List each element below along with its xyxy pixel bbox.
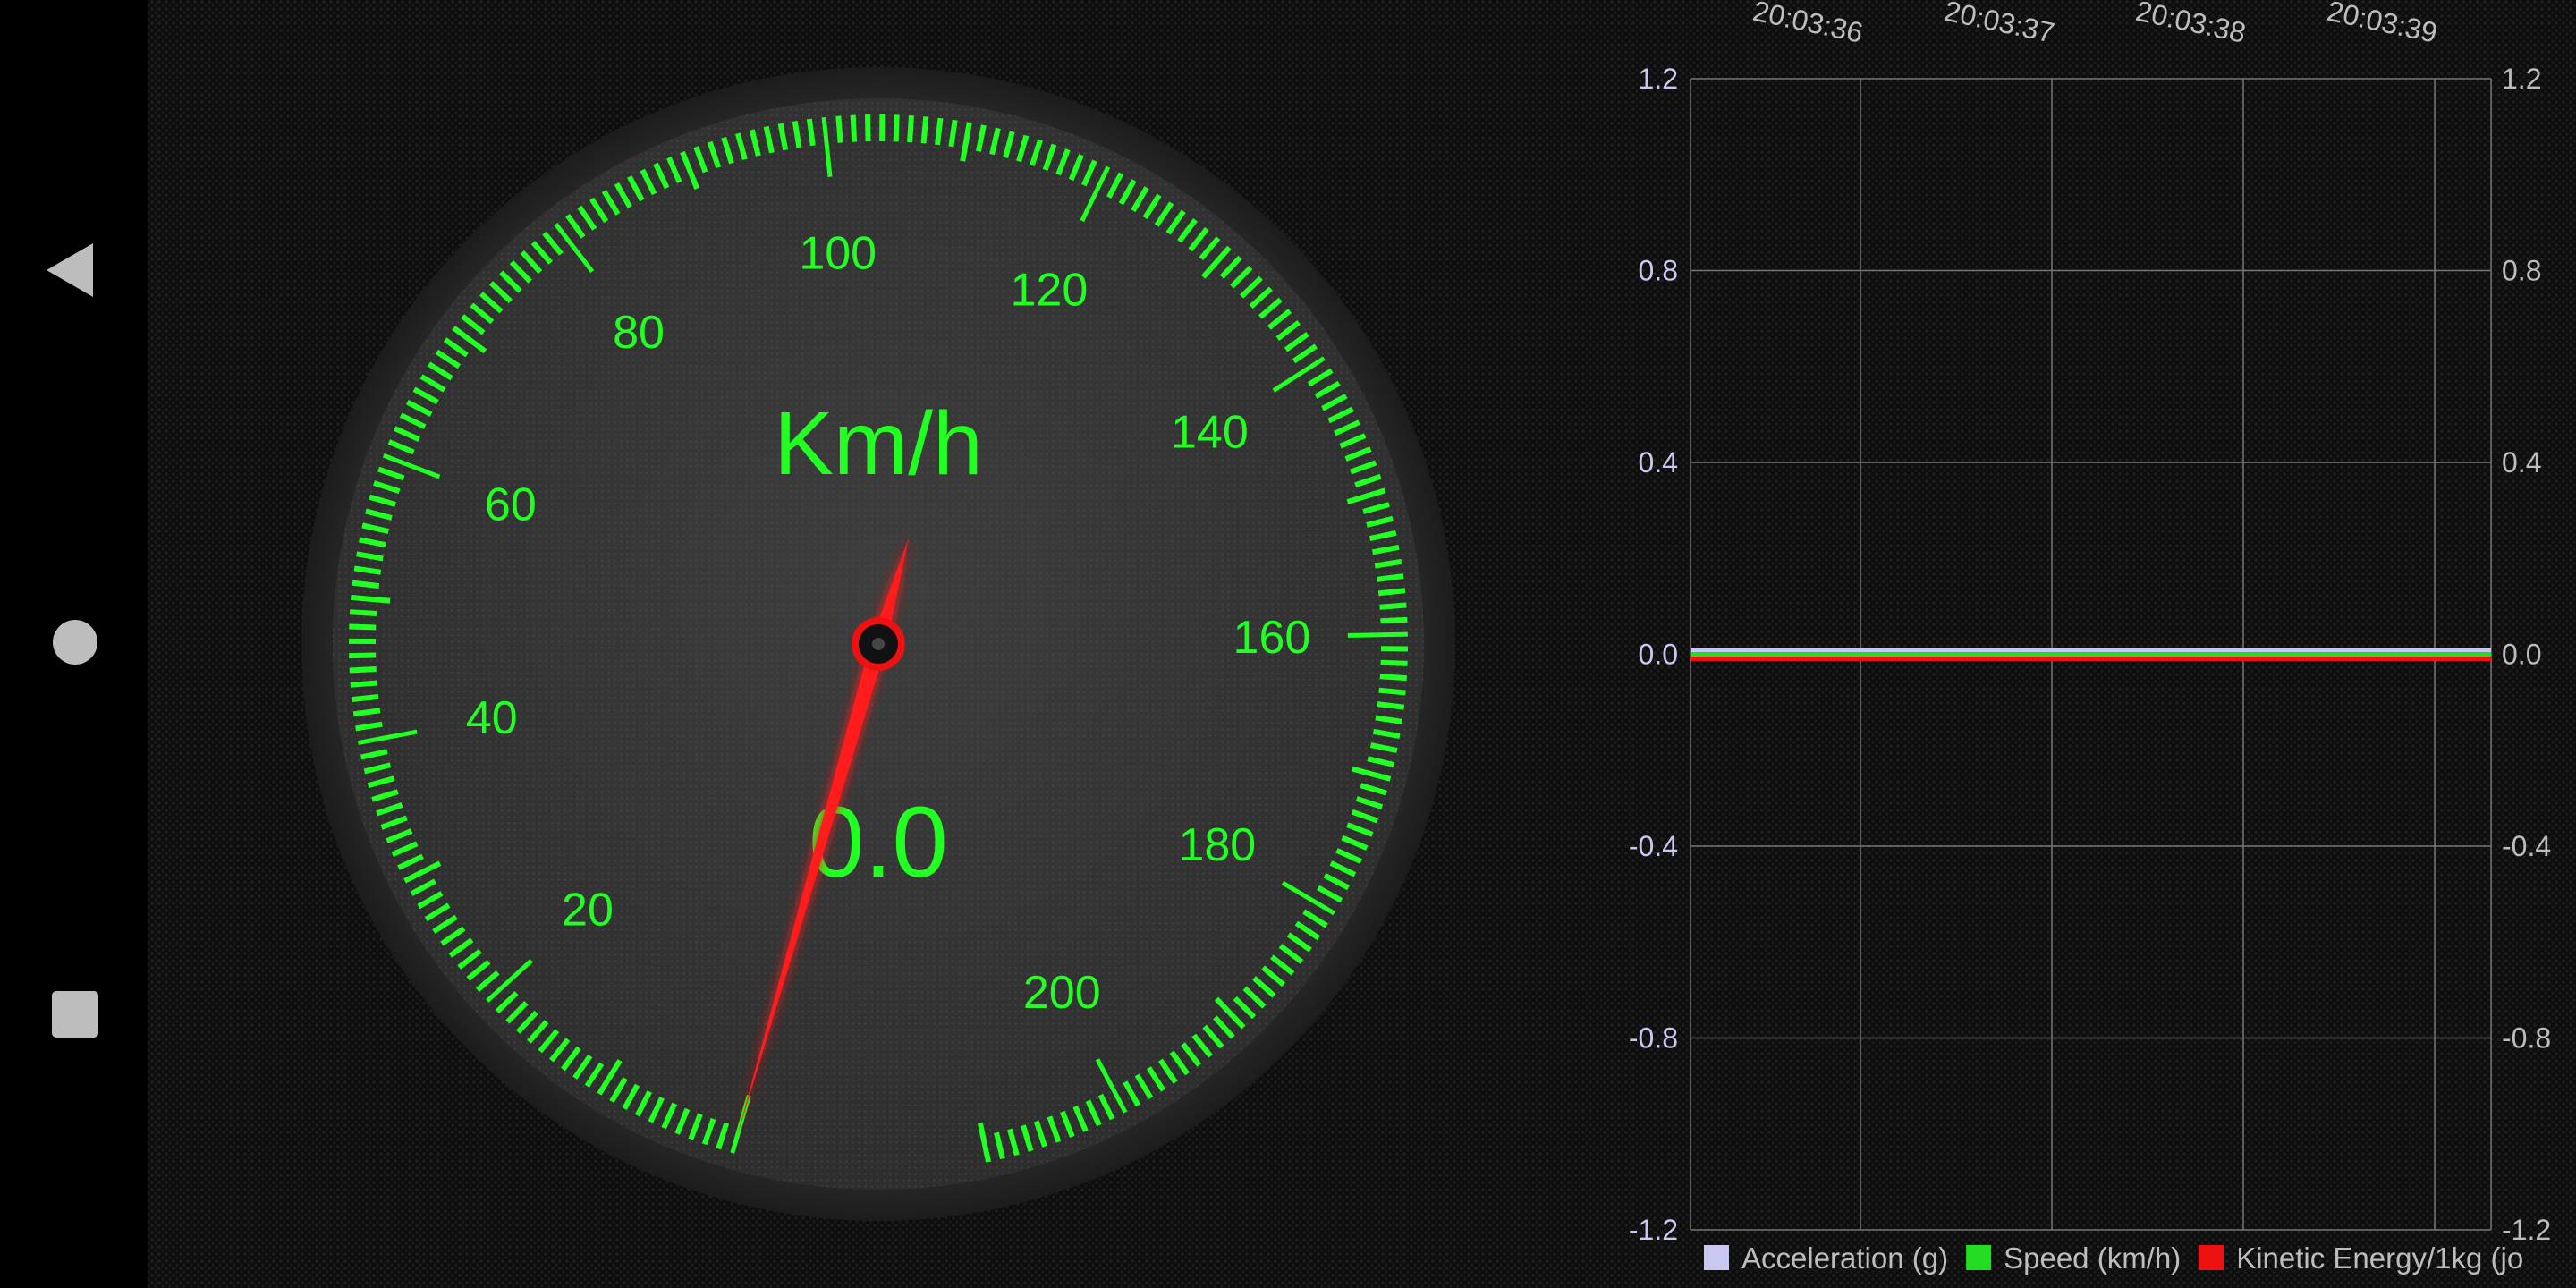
gauge-minor-tick (806, 118, 816, 147)
gauge-minor-tick (907, 114, 914, 143)
y-axis-left-tick-label: -1.2 (1629, 1214, 1678, 1246)
gauge-scale-label: 60 (485, 479, 537, 530)
square-recents-icon (52, 991, 98, 1038)
gauge-minor-tick (349, 652, 377, 659)
y-axis-left-tick-label: -0.8 (1629, 1022, 1678, 1055)
legend-label: Acceleration (g) (1741, 1241, 1948, 1275)
legend-swatch (2199, 1245, 2224, 1270)
y-axis-left-tick-label: 0.8 (1639, 255, 1678, 287)
x-axis-tick-label: 20:03:38 (2133, 0, 2249, 49)
y-axis-right-tick-label: -0.4 (2502, 830, 2551, 862)
x-axis-labels: 20:03:36 20:03:37 20:03:38 20:03:39 (1750, 0, 2440, 49)
y-axis-right-tick-label: 0.0 (2502, 639, 2541, 671)
y-axis-right-tick-label: -0.8 (2502, 1022, 2551, 1055)
chart-legend: Acceleration (g) Speed (km/h) Kinetic Ener… (1704, 1241, 2523, 1275)
gauge-minor-tick (351, 594, 391, 604)
legend-label: Kinetic Energy/1kg (jo (2236, 1241, 2523, 1275)
gauge-major-tick (1347, 631, 1408, 638)
x-axis-tick-label: 20:03:37 (1942, 0, 2057, 49)
gauge-minor-tick (1379, 674, 1407, 682)
gauge-minor-tick (353, 565, 382, 575)
circle-home-icon (53, 620, 97, 665)
back-button[interactable] (0, 181, 148, 360)
gauge-scale-label: 200 (1023, 967, 1101, 1019)
gauge-minor-tick (893, 114, 900, 142)
navigation-bar (0, 0, 148, 1288)
x-axis-tick-label: 20:03:36 (1750, 0, 1866, 49)
gauge-minor-tick (349, 623, 377, 631)
speed-unit-label: Km/h (774, 394, 982, 494)
gauge-minor-tick (352, 580, 380, 589)
gauge-scale-label: 80 (613, 307, 665, 359)
gauge-minor-tick (1380, 616, 1408, 624)
gauge-minor-tick (1377, 701, 1405, 710)
y-axis-right-tick-label: 0.8 (2502, 255, 2541, 287)
legend-swatch (1966, 1245, 1992, 1270)
gauge-minor-tick (1378, 687, 1406, 696)
gauge-minor-tick (1376, 573, 1404, 582)
gauge-minor-tick (920, 116, 929, 144)
gauge-scale-label: 120 (1011, 265, 1089, 317)
chart-series (1690, 648, 2491, 661)
home-button[interactable] (0, 553, 148, 732)
gauge-scale-label: 140 (1171, 407, 1249, 459)
speedometer-dial: 20406080100120140160180200 Km/h 0.0 (301, 67, 1455, 1221)
gauge-minor-tick (835, 115, 843, 143)
y-axis-right-labels: 1.20.80.40.0-0.4-0.8-1.2 (2502, 63, 2551, 1246)
y-axis-left-labels: 1.2 0.8 0.4 0.0 -0.4 -0.8 -1.2 (1629, 63, 1678, 1246)
gauge-minor-tick (935, 117, 944, 146)
gauge-minor-tick (349, 666, 377, 674)
gauge-scale-label: 20 (562, 885, 614, 936)
gauge-minor-tick (850, 114, 858, 142)
triangle-back-icon (47, 243, 93, 297)
sensor-chart: 20:03:36 20:03:37 20:03:38 20:03:39 1.2 0.8 0… (1574, 0, 2576, 1288)
speedometer-gauge: 20 40 60 80 100 120 140 160 180 200 Km/h 0.0 (161, 0, 1610, 1288)
gauge-scale-label: 100 (799, 227, 877, 279)
gauge-minor-tick (864, 114, 871, 142)
gauge-minor-tick (349, 609, 377, 617)
y-axis-right-tick-label: 0.4 (2502, 446, 2541, 479)
gauge-scale-label: 180 (1178, 819, 1256, 871)
gauge-minor-tick (351, 693, 379, 703)
gauge-scale-label: 160 (1233, 612, 1311, 664)
x-axis-tick-label: 20:03:39 (2325, 0, 2440, 49)
gauge-minor-tick (350, 680, 377, 688)
y-axis-right-tick-label: 1.2 (2502, 63, 2541, 95)
gauge-minor-tick (1380, 659, 1408, 666)
gauge-minor-tick (1377, 588, 1406, 597)
line-chart: 20:03:36 20:03:37 20:03:38 20:03:39 1.2 0.8 0… (1629, 0, 2551, 1275)
y-axis-left-tick-label: -0.4 (1629, 830, 1678, 862)
gauge-minor-tick (1379, 602, 1407, 610)
y-axis-left-tick-label: 0.4 (1639, 446, 1678, 479)
needle-hub (852, 617, 905, 671)
gauge-minor-tick (352, 708, 381, 717)
recents-button[interactable] (0, 925, 148, 1104)
y-axis-left-tick-label: 1.2 (1639, 63, 1678, 95)
gauge-scale-label: 40 (466, 692, 518, 744)
y-axis-left-tick-label: 0.0 (1639, 639, 1678, 671)
legend-swatch (1704, 1245, 1729, 1270)
legend-label: Speed (km/h) (2004, 1241, 2181, 1275)
